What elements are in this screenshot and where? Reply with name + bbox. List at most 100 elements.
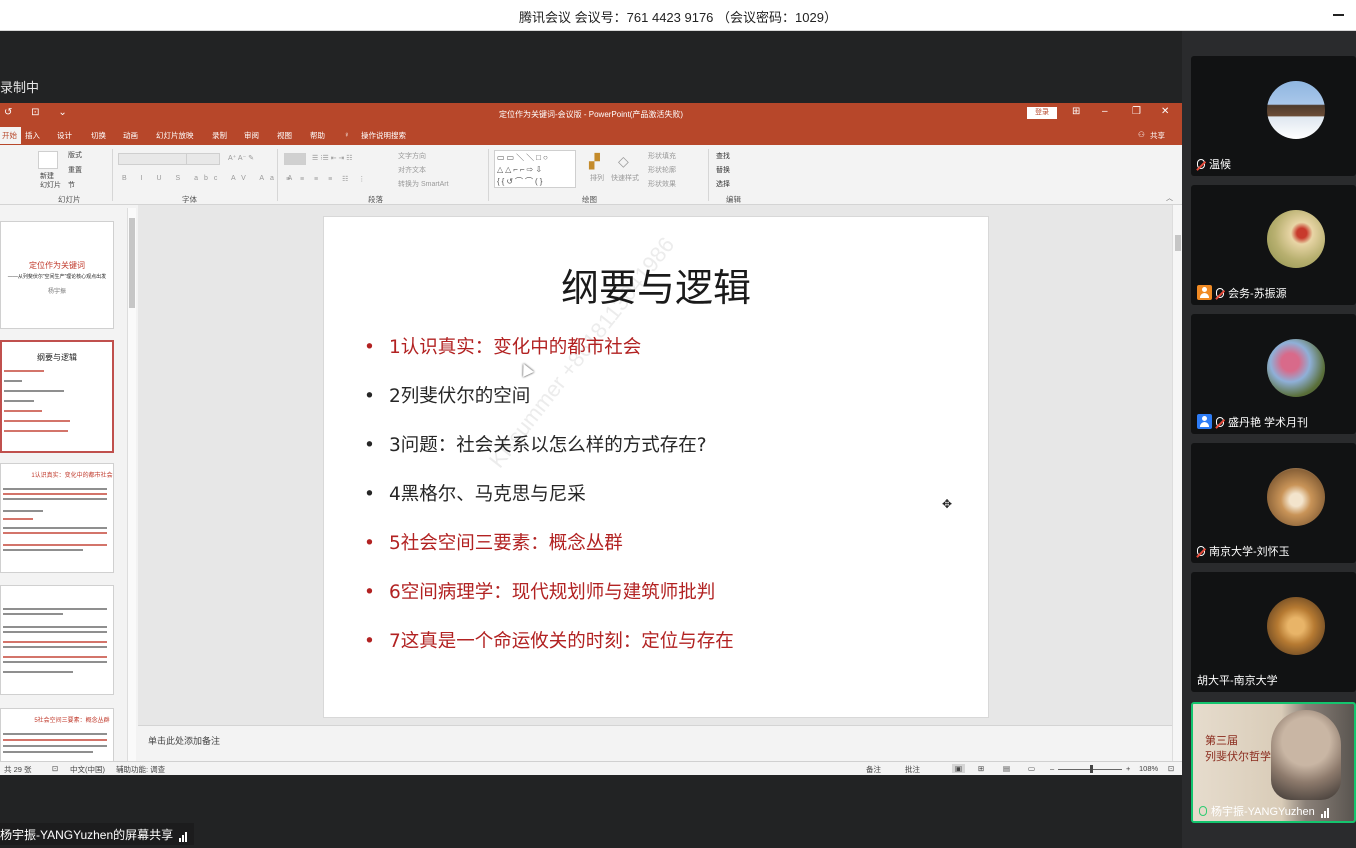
thumbnail-author: 杨宇振: [47, 289, 66, 295]
login-button[interactable]: 登录: [1027, 107, 1057, 119]
new-slide-button[interactable]: 新建 幻灯片: [40, 172, 61, 190]
layout-button[interactable]: 版式: [68, 150, 82, 160]
shape-fill-button[interactable]: 形状填充: [648, 151, 676, 161]
thumbnail-text-line: [3, 613, 63, 615]
thumbnail-slide-3[interactable]: 1认识真实：变化中的都市社会: [0, 463, 114, 573]
accessibility-status[interactable]: 辅助功能: 调查: [116, 764, 165, 775]
tab-help[interactable]: 帮助: [310, 130, 325, 141]
restore-window-icon[interactable]: ❐: [1132, 106, 1141, 117]
thumbnail-slide-2[interactable]: 纲要与逻辑: [0, 340, 114, 453]
video-background-text: 第三届 列斐伏尔哲学: [1205, 734, 1271, 763]
slide-bullet[interactable]: • 5社会空间三要素：概念丛群: [364, 529, 623, 555]
comments-toggle[interactable]: 批注: [905, 764, 920, 775]
list-icons[interactable]: ☰ ⁝☰ ⇤ ⇥ ☷: [312, 154, 353, 162]
language-status[interactable]: 中文(中国): [70, 764, 105, 775]
participant-tile[interactable]: 胡大平-南京大学: [1191, 572, 1356, 692]
list-style-select[interactable]: [284, 153, 306, 165]
participant-tile[interactable]: 南京大学-刘怀玉: [1191, 443, 1356, 563]
slide-bullet[interactable]: • 7这真是一个命运攸关的时刻：定位与存在: [364, 627, 734, 653]
thumbnail-text-line: [4, 420, 70, 422]
arrange-button[interactable]: 排列: [590, 173, 604, 183]
font-style-icons[interactable]: B I U S abc AV Aa A: [122, 175, 298, 182]
shapes-gallery[interactable]: ▭▭＼＼□○ △△⌐⌐⇨⇩ {{↺⌒⌒(}: [494, 150, 576, 188]
slide-sorter-icon[interactable]: ⊞: [978, 764, 984, 773]
slide-bullet[interactable]: • 6空间病理学：现代规划师与建筑师批判: [364, 578, 715, 604]
current-slide[interactable]: KKsummer +8618113041986 纲要与逻辑 • 1认识真实：变化中…: [324, 217, 988, 717]
share-icon[interactable]: ⚇: [1138, 130, 1145, 139]
minimize-window-icon[interactable]: –: [1102, 106, 1108, 117]
tab-record[interactable]: 录制: [212, 130, 227, 141]
reading-view-icon[interactable]: ▤: [1003, 764, 1010, 773]
scrollbar-thumb[interactable]: [129, 218, 135, 308]
move-cursor-icon: ✥: [942, 497, 953, 511]
participant-tile[interactable]: 温候: [1191, 56, 1356, 176]
participant-name: 盛丹艳 学术月刊: [1197, 414, 1308, 430]
scrollbar-thumb[interactable]: [1175, 235, 1181, 251]
thumbnail-slide-4[interactable]: [0, 585, 114, 695]
participant-tile[interactable]: 盛丹艳 学术月刊: [1191, 314, 1356, 434]
collapse-ribbon-icon[interactable]: ︿: [1166, 193, 1173, 203]
shape-outline-button[interactable]: 形状轮廓: [648, 165, 676, 175]
minimize-icon[interactable]: [1333, 14, 1344, 16]
zoom-in-icon[interactable]: +: [1126, 764, 1130, 773]
signal-icon: [179, 828, 188, 842]
tab-animations[interactable]: 动画: [123, 130, 138, 141]
slide-title[interactable]: 纲要与逻辑: [324, 257, 988, 312]
thumbnail-scrollbar[interactable]: [127, 208, 136, 762]
zoom-out-icon[interactable]: –: [1050, 764, 1054, 773]
participant-name: 南京大学-刘怀玉: [1197, 543, 1290, 559]
select-button[interactable]: 选择: [716, 179, 730, 189]
close-window-icon[interactable]: ✕: [1161, 106, 1169, 117]
ribbon-display-icon[interactable]: ⊞: [1072, 106, 1080, 117]
zoom-level[interactable]: 108%: [1139, 764, 1158, 773]
slideshow-view-icon[interactable]: ▭: [1028, 764, 1035, 773]
font-size-adjust-icons[interactable]: A⁺ A⁻ ✎: [228, 154, 254, 162]
slide-bullet[interactable]: • 1认识真实：变化中的都市社会: [364, 333, 641, 359]
tab-design[interactable]: 设计: [57, 130, 72, 141]
thumbnail-slide-5[interactable]: 5社会空间三要素：概念丛群: [0, 708, 114, 768]
spellcheck-icon[interactable]: ⊡: [52, 764, 58, 773]
avatar: [1267, 597, 1325, 655]
slide-bullet[interactable]: • 4黑格尔、马克思与尼采: [364, 480, 586, 506]
text-direction-button[interactable]: 文字方向: [398, 151, 426, 161]
shape-effects-button[interactable]: 形状效果: [648, 179, 676, 189]
tab-review[interactable]: 审阅: [244, 130, 259, 141]
tell-me-search[interactable]: 操作说明搜索: [361, 130, 406, 141]
notes-placeholder[interactable]: 单击此处添加备注: [148, 734, 220, 747]
tab-transitions[interactable]: 切换: [91, 130, 106, 141]
new-slide-icon[interactable]: [38, 151, 58, 169]
align-text-button[interactable]: 对齐文本: [398, 165, 426, 175]
replace-button[interactable]: 替换: [716, 165, 730, 175]
ribbon-tabs: 开始 插入 设计 切换 动画 幻灯片放映 录制 审阅 视图 帮助 ♀ 操作说明搜…: [0, 123, 1182, 145]
align-icons[interactable]: ≡ ≡ ≡ ≡ ☷ ⋮: [286, 175, 369, 183]
tab-slideshow[interactable]: 幻灯片放映: [156, 130, 194, 141]
thumbnail-slide-1[interactable]: 定位作为关键词 ——从列斐伏尔“空间生产”理论核心观点出发 杨宇振: [0, 221, 114, 329]
arrange-icon[interactable]: ▞: [589, 153, 600, 170]
shapes-icons[interactable]: ▭▭＼＼□○ △△⌐⌐⇨⇩ {{↺⌒⌒(}: [497, 152, 550, 188]
tab-insert[interactable]: 插入: [25, 130, 40, 141]
tab-view[interactable]: 视图: [277, 130, 292, 141]
normal-view-icon[interactable]: ▣: [952, 764, 966, 773]
font-size-select[interactable]: [186, 153, 220, 165]
zoom-slider-knob[interactable]: [1090, 765, 1093, 773]
participant-tile-speaking[interactable]: 第三届 列斐伏尔哲学 杨宇振-YANGYuzhen: [1191, 702, 1356, 823]
slide-canvas: KKsummer +8618113041986 纲要与逻辑 • 1认识真实：变化中…: [138, 205, 1172, 725]
notes-pane[interactable]: 单击此处添加备注: [138, 725, 1172, 757]
slide-bullet[interactable]: • 2列斐伏尔的空间: [364, 382, 530, 408]
slide-scrollbar[interactable]: [1172, 205, 1182, 761]
group-font-label: 字体: [182, 195, 197, 204]
section-button[interactable]: 节: [68, 180, 75, 190]
tab-home[interactable]: 开始: [0, 127, 21, 144]
notes-toggle[interactable]: 备注: [866, 764, 881, 775]
smartart-button[interactable]: 转换为 SmartArt: [398, 179, 449, 189]
quick-styles-icon[interactable]: ◇: [618, 153, 629, 170]
share-button[interactable]: 共享: [1150, 130, 1165, 141]
slide-bullet[interactable]: • 3问题：社会关系以怎么样的方式存在?: [364, 431, 707, 457]
find-button[interactable]: 查找: [716, 151, 730, 161]
fit-slide-icon[interactable]: ⊡: [1168, 764, 1174, 773]
quick-styles-button[interactable]: 快速样式: [611, 173, 639, 183]
status-bar: 共 29 张 ⊡ 中文(中国) 辅助功能: 调查 备注 批注 ▣ ⊞ ▤ ▭ –…: [0, 761, 1182, 775]
participant-tile[interactable]: 会务-苏振源: [1191, 185, 1356, 305]
reset-button[interactable]: 重置: [68, 165, 82, 175]
thumbnail-pane: 定位作为关键词 ——从列斐伏尔“空间生产”理论核心观点出发 杨宇振 纲要与逻辑 …: [0, 205, 138, 768]
